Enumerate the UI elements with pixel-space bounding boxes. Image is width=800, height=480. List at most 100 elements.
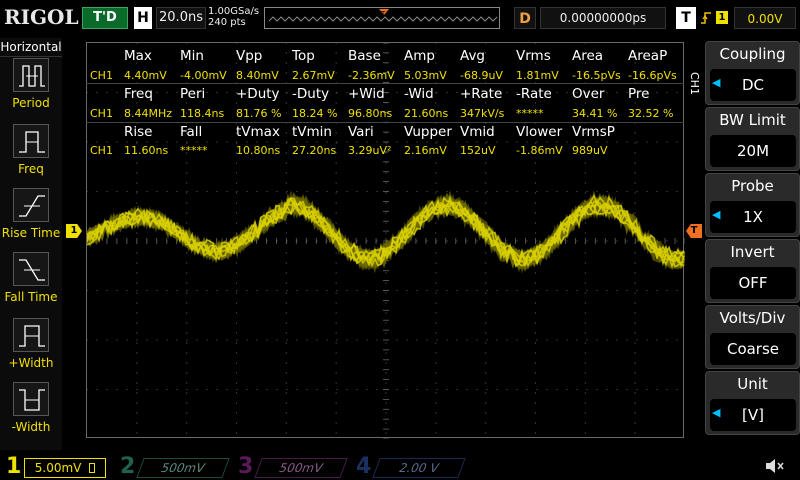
neg-width-icon [13,382,49,416]
menu-volts-div[interactable]: Volts/Div Coarse [705,305,800,369]
menu-invert[interactable]: Invert OFF [705,239,800,303]
sample-info: 1.00GSa/s 240 pts [208,6,259,28]
measure-value: 8.44MHz [124,107,173,120]
measure-header: Vlower [516,124,563,140]
measure-value: ***** [516,107,544,120]
measure-value: -4.00mV [180,69,227,82]
measure-pos-width-button[interactable]: +Width [0,318,62,370]
measure-value: -2.36mV [348,69,395,82]
measure-header: -Duty [292,86,330,102]
measurement-table: Max Min Vpp Top Base Amp Avg Vrms Area AreaP CH1 4.… [86,44,684,162]
measure-value: 347kV/s [460,107,505,120]
measure-header: tVmin [292,124,332,140]
measure-value: 8.40mV [236,69,279,82]
measure-header: Max [124,48,152,64]
channel-status-bar: 1 5.00mV 2 500mV 3 500mV 4 2.00 V [0,452,800,480]
timebase-value[interactable]: 20.0ns [156,7,206,29]
measure-channel-label: CH1 [90,69,113,82]
measure-value: 152uV [460,144,496,157]
measure-separator [86,122,684,123]
run-status-badge[interactable]: T'D [82,7,128,29]
pos-width-icon [13,318,49,352]
measure-channel-label: CH1 [90,107,113,120]
measure-value: 10.80ns [236,144,281,157]
measure-header: Vpp [236,48,263,64]
measure-period-button[interactable]: Period [0,58,62,110]
menu-coupling[interactable]: Coupling DC ◀ [705,41,800,105]
measure-value: 96.80ns [348,107,393,120]
horizontal-measure-panel: Horizontal Period Freq Rise Time Fall Ti… [0,38,62,450]
rising-edge-icon [700,11,712,29]
trigger-level[interactable]: 0.00V [734,7,796,29]
measure-neg-width-button[interactable]: -Width [0,382,62,434]
measure-header: +Rate [460,86,503,102]
measure-value: 1.81mV [516,69,559,82]
menu-value: Coarse [710,333,796,365]
measure-value: -16.6pVs [628,69,677,82]
menu-unit[interactable]: Unit [V] ◀ [705,371,800,435]
measure-header: VrmsP [572,124,615,140]
sound-icon[interactable] [764,458,784,478]
panel-title: Horizontal [0,40,62,57]
measure-header: tVmax [236,124,280,140]
menu-title: Invert [730,243,775,261]
measure-header: Vmid [460,124,495,140]
menu-title: Unit [737,375,768,393]
ch2-status[interactable]: 2 500mV [116,454,230,480]
delay-badge: D [514,7,536,29]
measure-header: Vrms [516,48,551,64]
ch3-status[interactable]: 3 500mV [234,454,348,480]
measure-header: Amp [404,48,435,64]
measure-header: Peri [180,86,206,102]
horizontal-badge: H [134,7,152,29]
memory-wave-icon: T [268,9,498,22]
measure-rise-time-button[interactable]: Rise Time [0,188,62,240]
left-arrow-icon: ◀ [712,208,721,221]
channel-menu: Coupling DC ◀ BW Limit 20M Probe 1X ◀ Invert OFF V… [705,38,800,450]
ch1-status[interactable]: 1 5.00mV [2,454,112,480]
measure-fall-time-button[interactable]: Fall Time [0,252,62,304]
menu-bw-limit[interactable]: BW Limit 20M [705,107,800,171]
measure-value: -16.5pVs [572,69,621,82]
measure-value: 81.76 % [236,107,282,120]
trigger-level-marker[interactable]: T [686,224,702,238]
menu-probe[interactable]: Probe 1X ◀ [705,173,800,237]
measure-value: 32.52 % [628,107,674,120]
measure-header: +Wid [348,86,385,102]
measure-freq-button[interactable]: Freq [0,124,62,176]
measure-header: Vupper [404,124,452,140]
measure-header: Over [572,86,605,102]
ch1-offset-marker[interactable]: 1 [66,224,82,238]
measure-value: 2.16mV [404,144,447,157]
measure-header: Fall [180,124,203,140]
measure-header: +Duty [236,86,280,102]
sample-points: 240 pts [208,17,246,28]
measure-header: Avg [460,48,486,64]
measure-value: -1.86mV [516,144,563,157]
measure-channel-label: CH1 [90,144,113,157]
ch4-status[interactable]: 4 2.00 V [352,454,466,480]
delay-value[interactable]: 0.00000000ps [540,7,666,29]
battery-icon [89,463,96,473]
measure-value: 11.60ns [124,144,169,157]
trigger-badge: T [676,7,696,29]
rigol-logo: RIGOL [4,5,79,29]
trigger-source: 1 [716,11,728,24]
svg-text:T: T [380,10,386,18]
ch2-scale: 500mV [136,458,230,478]
measure-header: -Wid [404,86,434,102]
top-status-bar: RIGOL T'D H 20.0ns 1.00GSa/s 240 pts T D… [0,0,800,38]
memory-position-strip[interactable]: T [264,7,500,29]
measure-header: AreaP [628,48,668,64]
ch3-scale: 500mV [254,458,348,478]
ch4-scale: 2.00 V [372,458,466,478]
measure-value: 989uV [572,144,608,157]
measure-value: 27.20ns [292,144,337,157]
menu-title: Probe [731,177,774,195]
measure-header: Pre [628,86,650,102]
measure-value: ***** [180,144,208,157]
measure-value: 118.4ns [180,107,225,120]
measure-value: 5.03mV [404,69,447,82]
menu-value: OFF [710,267,796,299]
measure-header: Base [348,48,381,64]
